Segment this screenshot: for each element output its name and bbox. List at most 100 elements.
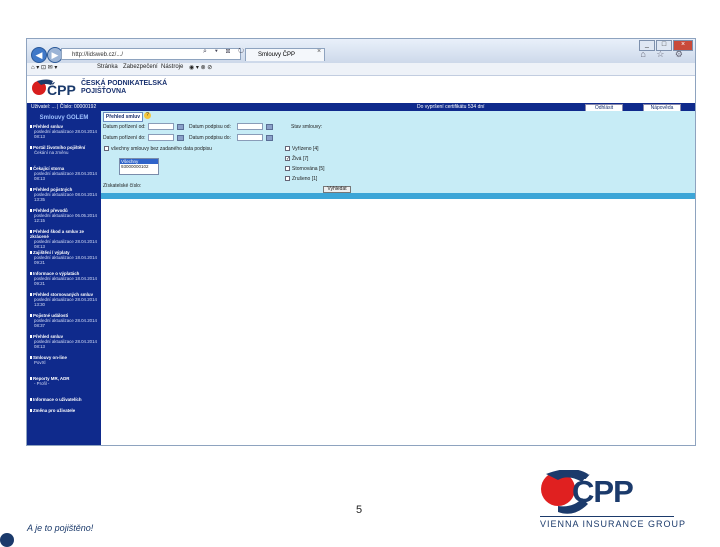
date-created-to-input[interactable] [148,134,174,141]
state-checkbox[interactable] [285,166,290,171]
bullet-icon [30,209,32,213]
sidebar-item[interactable]: Změna pro uživatele [30,408,100,413]
command-bar: ⌂ ▾ ⊡ ✉ ▾ Stránka Zabezpečení Nástroje ◉… [27,63,695,76]
list-option[interactable]: 93000000102 [120,164,158,169]
address-tools-icon[interactable]: ⌕ ▾ ⊠ ↻ [203,48,247,56]
browser-tools-icon[interactable]: ⌂ ☆ ⚙ [640,49,687,60]
sidebar-item[interactable]: Čekající storna poslední aktualizace 28.0… [30,166,100,181]
intermediary-label: Získatelské číslo: [103,183,142,189]
menu-item-security[interactable]: Zabezpečení [123,64,158,70]
home-icon[interactable]: ⌂ ▾ ⊡ ✉ ▾ [31,64,57,71]
sidebar-item-detail: poslední aktualizace 08.04.2014 13:35 [34,192,97,202]
state-label: Živá [7] [292,156,309,162]
state-checkbox[interactable] [285,146,290,151]
decorative-dot [0,533,14,547]
cpp-logo-small: ČPP [32,79,76,98]
brand-name-line2: POJIŠŤOVNA [81,88,127,95]
status-bar: Uživatel: ... | Číslo: 00000192 Do vyprš… [27,103,695,112]
help-tools-icon[interactable]: ◉ ▾ ⊗ ⊘ [189,64,212,71]
page-number: 5 [356,504,363,516]
bullet-icon [30,335,32,339]
sidebar-item-detail: Čekání na změnu [34,150,69,155]
sidebar-item[interactable]: Přehled pojistných poslední aktualizace 0… [30,187,100,202]
sidebar-item-detail: poslední aktualizace 28.04.2014 08:13 [34,171,97,181]
date-created-from-input[interactable] [148,123,174,130]
state-checkbox[interactable]: ✓ [285,156,290,162]
sidebar-item-title: Informace o uživatelích [33,397,82,402]
all-contracts-checkbox[interactable] [104,146,109,151]
search-button[interactable]: Vyhledat [323,186,351,193]
sidebar-item[interactable]: Smlouvy on-line PovXl [30,355,100,365]
sidebar-item-detail: - Profil - [34,381,50,386]
sidebar-item[interactable]: Přehled škod a smluv ze zkrácené poslední… [30,229,100,249]
sidebar-item-title: Změna pro uživatele [33,408,76,413]
sidebar-item[interactable]: Přehled převodů poslední aktualizace 06.0… [30,208,100,223]
calendar-icon[interactable] [266,135,273,141]
state-label: Stornována [5] [292,166,325,172]
bullet-icon [30,356,32,360]
site-header: ČPP ČESKÁ PODNIKATELSKÁ POJIŠŤOVNA [27,76,695,103]
date-created-from-label: Datum pořízení od: [103,124,146,130]
bullet-icon [30,230,32,234]
sidebar-item-detail: poslední aktualizace 28.04.2014 08:37 [34,318,97,328]
state-label: Vyřízeno [4] [292,146,319,152]
menu-item-page[interactable]: Stránka [97,64,118,70]
sidebar-item[interactable]: Reporty MR, ADR - Profil - [30,376,100,386]
bullet-icon [30,251,32,255]
calendar-icon[interactable] [177,124,184,130]
cpp-logo-text: ČPP [572,474,634,509]
sidebar-title: Smlouvy GOLEM [39,115,89,121]
tab-contract-overview[interactable]: Přehled smluv [103,112,143,122]
calendar-icon[interactable] [266,124,273,130]
sidebar-item-label: Informace o uživatelích [30,397,100,402]
date-signed-from-input[interactable] [237,123,263,130]
menu-item-tools[interactable]: Nástroje [161,64,183,70]
sidebar-item[interactable]: Portál životního pojištění Čekání na změn… [30,145,100,155]
state-label: Zrušeno [1] [292,176,318,182]
bullet-icon [30,409,32,413]
brand-name-line1: ČESKÁ PODNIKATELSKÁ [81,80,168,87]
bullet-icon [30,377,32,381]
certificate-status: Do vypršení certifikátu 534 dní [417,104,485,110]
sidebar-item[interactable]: Přehled smluv poslední aktualizace 28.04.… [30,334,100,349]
contract-state-label: Stav smlouvy: [291,124,323,130]
vienna-insurance-group-text: VIENNA INSURANCE GROUP [540,519,687,529]
sidebar-item-label: Přehled škod a smluv ze zkrácené [30,229,100,239]
date-signed-from-label: Datum podpisu od: [189,124,231,130]
sidebar-item-title: Přehled škod a smluv ze zkrácené [30,229,85,239]
user-status: Uživatel: ... | Číslo: 00000192 [31,104,97,110]
browser-window: ◀ ▶ http://lidsweb.cz/.../ ⌕ ▾ ⊠ ↻ Smlou… [26,38,696,446]
date-signed-to-label: Datum podpisu do: [189,135,231,141]
sidebar-item[interactable]: Zajištění / výplaty poslední aktualizace … [30,250,100,265]
sidebar-item-detail: poslední aktualizace 28.04.2014 13:30 [34,297,97,307]
main-content: Přehled smluv ? Datum pořízení od: Datum… [101,111,695,445]
state-checkbox[interactable] [285,176,290,181]
sidebar-item-detail: poslední aktualizace 28.04.2014 08:13 [34,129,97,139]
calendar-icon[interactable] [177,135,184,141]
bullet-icon [30,293,32,297]
sidebar-item[interactable]: Informace o výplatách poslední aktualizac… [30,271,100,286]
help-icon[interactable]: ? [144,112,151,119]
intermediary-listbox[interactable]: Všechny 93000000102 [119,158,159,175]
sidebar-item[interactable]: Pojistné události poslední aktualizace 28… [30,313,100,328]
sidebar-item-detail: poslední aktualizace 18.04.2014 09:21 [34,276,97,286]
browser-tab[interactable]: Smlouvy ČPP [245,48,325,61]
tab-close-icon[interactable]: × [317,48,321,55]
bullet-icon [30,188,32,192]
sidebar-item[interactable]: Přehled stornovaných smluv poslední aktua… [30,292,100,307]
bullet-icon [30,167,32,171]
logo-divider [540,516,674,517]
all-contracts-label: všechny smlouvy bez zadaného data podpis… [111,146,212,152]
search-form: Přehled smluv ? Datum pořízení od: Datum… [101,111,695,193]
sidebar-item[interactable]: Informace o uživatelích [30,397,100,402]
bullet-icon [30,398,32,402]
date-created-to-label: Datum pořízení do: [103,135,146,141]
bullet-icon [30,146,32,150]
sidebar-item-label: Změna pro uživatele [30,408,100,413]
back-icon[interactable]: ◀ [31,47,47,63]
sidebar-item-detail: PovXl [34,360,46,365]
bullet-icon [30,125,32,129]
sidebar-item[interactable]: Přehled smluv poslední aktualizace 28.04.… [30,124,100,139]
date-signed-to-input[interactable] [237,134,263,141]
results-header-bar [101,193,695,199]
